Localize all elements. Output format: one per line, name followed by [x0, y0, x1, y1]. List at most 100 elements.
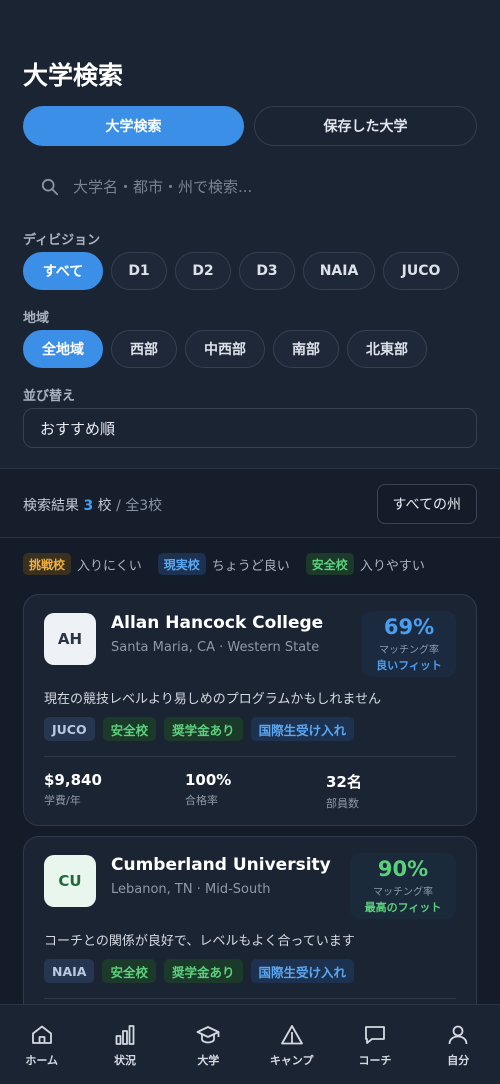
college-logo: CU	[44, 855, 96, 907]
match-score: 69% マッチング率 良いフィット	[362, 611, 456, 677]
legend-item-match: 現実校 ちょうど良い	[157, 553, 290, 575]
fit-legend: 挑戦校 入りにくい 現実校 ちょうど良い 安全校 入りやすい	[23, 553, 441, 575]
page-title: 大学検索	[23, 61, 124, 90]
region-chip-midwest[interactable]: 中西部	[185, 330, 265, 368]
college-tags: JUCO 安全校 奨学金あり 国際生受け入れ	[44, 717, 355, 741]
reach-tag: 挑戦校	[23, 553, 72, 575]
stat-label: 合格率	[185, 794, 218, 807]
match-word: 良いフィット	[376, 659, 442, 672]
stat-value: 32名	[326, 773, 362, 791]
college-location: Santa Maria, CA · Western State	[111, 640, 320, 655]
college-name: Cumberland University	[111, 855, 331, 875]
search-input[interactable]	[73, 178, 453, 196]
nav-item-coach[interactable]: コーチ	[333, 1005, 416, 1084]
graduation-cap-icon	[196, 1026, 220, 1044]
results-total: / 全3校	[116, 498, 163, 514]
region-chips: 全地域 西部 中西部 南部 北東部	[23, 330, 427, 368]
segment-saved-button[interactable]: 保存した大学	[254, 106, 477, 146]
nav-item-camp[interactable]: キャンプ	[250, 1005, 333, 1084]
search-icon	[41, 178, 59, 196]
stat-value: 100%	[185, 771, 232, 789]
stat-acceptance: 100% 合格率	[185, 771, 326, 811]
results-bar: 検索結果 3 校 / 全3校 すべての州	[0, 468, 500, 538]
legend-desc: 入りやすい	[359, 558, 425, 574]
region-chip-west[interactable]: 西部	[111, 330, 177, 368]
safe-tag: 安全校	[102, 959, 156, 983]
division-tag: NAIA	[44, 959, 95, 983]
match-tag: 現実校	[157, 553, 206, 575]
region-chip-south[interactable]: 南部	[273, 330, 339, 368]
match-word: 最高のフィット	[364, 901, 442, 914]
international-tag: 国際生受け入れ	[250, 717, 355, 741]
college-description: コーチとの関係が良好で、レベルもよく合っています	[44, 934, 355, 949]
sort-select[interactable]: おすすめ順	[23, 408, 477, 448]
division-tag: JUCO	[44, 717, 95, 741]
division-label: ディビジョン	[23, 233, 101, 248]
division-chip-all[interactable]: すべて	[23, 252, 103, 290]
chat-bubble-icon	[365, 1026, 385, 1044]
bar-chart-icon	[115, 1025, 135, 1045]
college-logo: AH	[44, 613, 96, 665]
stat-value: $9,840	[44, 771, 102, 789]
match-label: マッチング率	[373, 887, 433, 898]
legend-item-safe: 安全校 入りやすい	[305, 553, 425, 575]
college-name: Allan Hancock College	[111, 613, 324, 633]
segment-search-button[interactable]: 大学検索	[23, 106, 244, 146]
nav-label: 大学	[197, 1054, 220, 1067]
legend-desc: 入りにくい	[77, 558, 142, 574]
header-panel: 大学検索 大学検索 保存した大学 ディビジョン すべて D1 D2 D3 NAI…	[0, 0, 500, 468]
division-chips: すべて D1 D2 D3 NAIA JUCO	[23, 252, 459, 290]
nav-label: コーチ	[358, 1054, 392, 1067]
legend-desc: ちょうど良い	[211, 558, 290, 574]
scholarship-tag: 奨学金あり	[163, 959, 243, 983]
nav-label: キャンプ	[269, 1054, 314, 1067]
nav-label: 自分	[447, 1054, 470, 1067]
stat-label: 学費/年	[44, 794, 81, 807]
nav-item-profile[interactable]: 自分	[417, 1005, 500, 1084]
international-tag: 国際生受け入れ	[250, 959, 355, 983]
nav-item-colleges[interactable]: 大学	[167, 1005, 250, 1084]
division-chip-d3[interactable]: D3	[239, 252, 295, 290]
card-divider	[44, 998, 456, 999]
results-summary: 検索結果 3 校 / 全3校	[23, 495, 162, 515]
user-icon	[448, 1025, 468, 1045]
division-chip-naia[interactable]: NAIA	[303, 252, 375, 290]
division-chip-d2[interactable]: D2	[175, 252, 231, 290]
college-location: Lebanon, TN · Mid-South	[111, 882, 271, 897]
nav-item-status[interactable]: 状況	[83, 1005, 166, 1084]
nav-label: ホーム	[25, 1054, 58, 1067]
bottom-nav: ホーム 状況 大学 キャンプ コーチ 自分	[0, 1004, 500, 1084]
tent-icon	[280, 1025, 303, 1045]
college-description: 現在の競技レベルより易しめのプログラムかもしれません	[44, 692, 381, 707]
division-chip-juco[interactable]: JUCO	[383, 252, 459, 290]
region-label: 地域	[23, 311, 50, 326]
safe-tag: 安全校	[305, 553, 354, 575]
results-prefix: 検索結果	[23, 498, 79, 514]
region-chip-northeast[interactable]: 北東部	[347, 330, 427, 368]
college-card[interactable]: AH Allan Hancock College Santa Maria, CA…	[23, 594, 477, 826]
match-score: 90% マッチング率 最高のフィット	[350, 853, 456, 919]
nav-item-home[interactable]: ホーム	[0, 1005, 83, 1084]
nav-label: 状況	[113, 1054, 136, 1067]
legend-item-reach: 挑戦校 入りにくい	[23, 553, 142, 575]
college-stats: $9,840 学費/年 100% 合格率 32名 部員数	[44, 771, 467, 811]
match-label: マッチング率	[379, 645, 439, 656]
home-icon	[31, 1025, 52, 1044]
region-chip-all[interactable]: 全地域	[23, 330, 103, 368]
search-box[interactable]	[23, 163, 477, 211]
results-unit: 校	[97, 498, 112, 514]
division-chip-d1[interactable]: D1	[111, 252, 167, 290]
stat-roster: 32名 部員数	[326, 771, 467, 811]
sort-label: 並び替え	[23, 389, 76, 404]
card-divider	[44, 756, 456, 757]
match-percent: 90%	[377, 857, 429, 881]
state-filter-button[interactable]: すべての州	[376, 484, 477, 524]
stat-tuition: $9,840 学費/年	[44, 771, 185, 811]
college-tags: NAIA 安全校 奨学金あり 国際生受け入れ	[44, 959, 355, 983]
results-count: 3	[83, 498, 94, 514]
segment-control: 大学検索 保存した大学	[23, 106, 477, 146]
scholarship-tag: 奨学金あり	[164, 717, 243, 741]
safe-tag: 安全校	[102, 717, 157, 741]
match-percent: 69%	[383, 615, 435, 639]
stat-label: 部員数	[326, 797, 359, 810]
